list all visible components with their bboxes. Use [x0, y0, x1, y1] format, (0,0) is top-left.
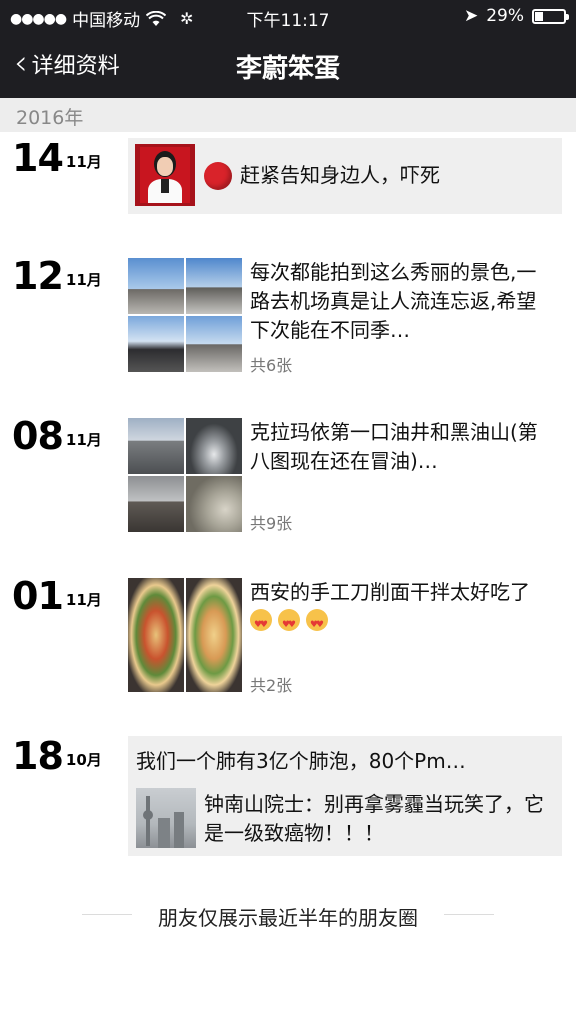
- entry-card[interactable]: 赶紧告知身边人，吓死: [128, 138, 562, 214]
- photo-count: 共2张: [250, 676, 293, 695]
- status-right: ➤ 29%: [463, 6, 569, 26]
- entry-text: 每次都能拍到这么秀丽的景色,一路去机场真是让人流连忘返,希望下次能在不同季…: [250, 260, 537, 342]
- photo-grid[interactable]: [128, 258, 242, 372]
- photo-road-trees[interactable]: [186, 316, 242, 372]
- battery-percent: 29%: [486, 6, 524, 26]
- portrait-photo[interactable]: [135, 144, 195, 206]
- status-bar: ●●●●● 中国移动 ✲ 下午11:17 ➤ 29%: [0, 0, 576, 34]
- year-header: 2016年: [0, 98, 576, 132]
- photo-tunnel-arch[interactable]: [186, 418, 242, 474]
- entry-day: 01: [12, 574, 64, 618]
- battery-fill: [535, 11, 543, 21]
- entry-text: 赶紧告知身边人，吓死: [240, 163, 440, 187]
- photo-dome-structure[interactable]: [128, 418, 184, 474]
- entry-date: 18 10月: [12, 736, 102, 776]
- footer-notice: 朋友仅展示最近半年的朋友圈: [0, 900, 576, 930]
- entry-day: 12: [12, 254, 64, 298]
- entry-date: 12 11月: [12, 256, 102, 296]
- photo-car-window[interactable]: [128, 316, 184, 372]
- photo-road-trees[interactable]: [128, 258, 184, 314]
- photo-road-trees[interactable]: [186, 258, 242, 314]
- red-circle-icon: [204, 162, 232, 190]
- shared-link-card[interactable]: 我们一个肺有3亿个肺泡，80个Pm… 钟南山院士：别再拿雾霾当玩笑了，它是一级致…: [128, 736, 562, 856]
- footer-text: 朋友仅展示最近半年的朋友圈: [158, 906, 418, 930]
- entry-day: 18: [12, 734, 64, 778]
- entry-month: 10月: [65, 751, 102, 769]
- entry-month: 11月: [65, 271, 102, 289]
- entry-date: 14 11月: [12, 138, 102, 178]
- page-title: 李蔚笨蛋: [235, 54, 340, 84]
- photo-stone-inscription[interactable]: [186, 476, 242, 532]
- photo-oil-well[interactable]: [128, 476, 184, 532]
- battery-icon: [532, 8, 569, 24]
- nav-bar: ‹ 详细资料 李蔚笨蛋: [0, 34, 576, 98]
- top-bar: ●●●●● 中国移动 ✲ 下午11:17 ➤ 29% ‹ 详细资料 李蔚笨蛋: [0, 0, 576, 98]
- photo-count: 共9张: [250, 514, 293, 533]
- location-arrow-icon: ➤: [463, 6, 479, 26]
- entry-date: 01 11月: [12, 576, 102, 616]
- entry-month: 11月: [65, 431, 102, 449]
- photo-count: 共6张: [250, 356, 293, 375]
- photo-grid[interactable]: [128, 578, 242, 692]
- heart-eyes-emoji-icon: [306, 609, 328, 640]
- year-label: 2016年: [16, 107, 84, 129]
- article-title: 钟南山院士：别再拿雾霾当玩笑了，它是一级致癌物！！！: [204, 792, 544, 845]
- entry-text-content: 西安的手工刀削面干拌太好吃了: [250, 580, 530, 604]
- entry-text: 我们一个肺有3亿个肺泡，80个Pm…: [136, 749, 466, 773]
- entry-text: 西安的手工刀削面干拌太好吃了: [250, 578, 550, 640]
- entry-month: 11月: [65, 153, 102, 171]
- divider: [444, 914, 494, 915]
- heart-eyes-emoji-icon: [250, 609, 272, 640]
- photo-noodles[interactable]: [128, 578, 184, 692]
- entry-month: 11月: [65, 591, 102, 609]
- article-thumbnail[interactable]: [136, 788, 196, 848]
- entry-day: 14: [12, 136, 64, 180]
- heart-eyes-emoji-icon: [278, 609, 300, 640]
- entry-day: 08: [12, 414, 64, 458]
- photo-grid[interactable]: [128, 418, 242, 532]
- entry-date: 08 11月: [12, 416, 102, 456]
- entry-text: 克拉玛依第一口油井和黑油山(第八图现在还在冒油)…: [250, 420, 538, 473]
- photo-noodles[interactable]: [186, 578, 242, 692]
